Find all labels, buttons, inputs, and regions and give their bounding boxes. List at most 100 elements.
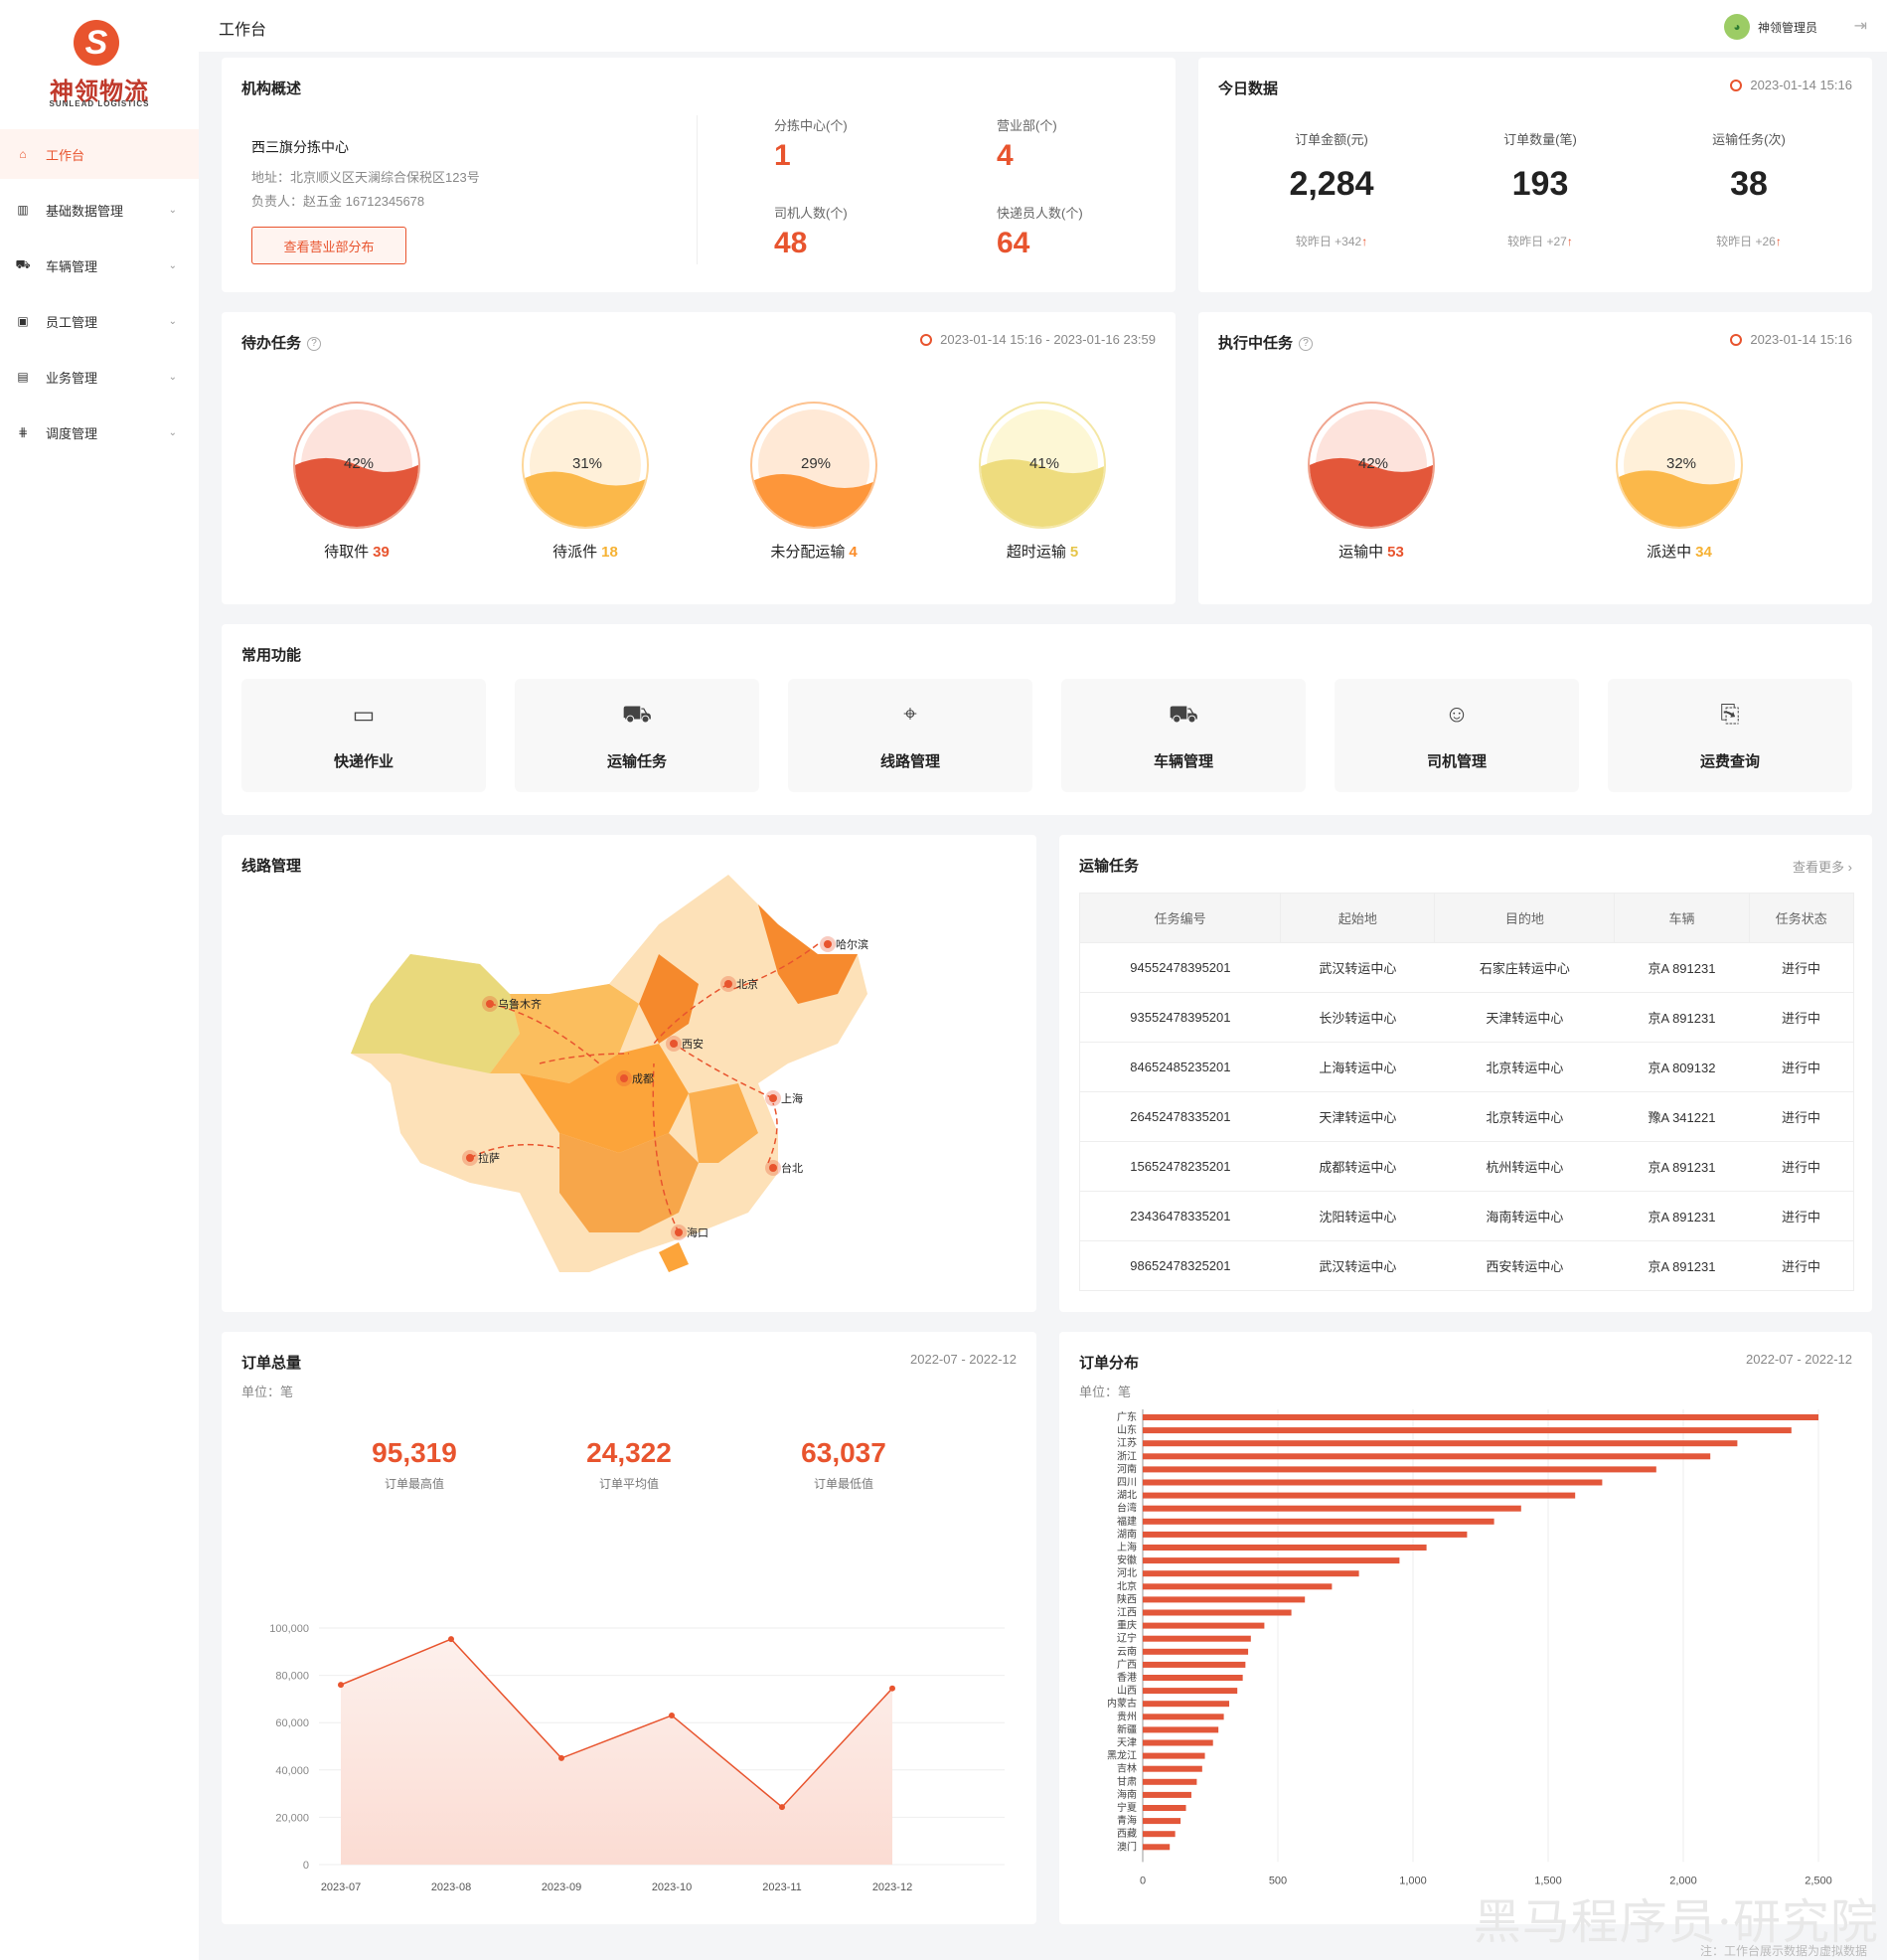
category-label: 浙江 bbox=[1117, 1450, 1137, 1462]
driver-icon: ☺ bbox=[1444, 701, 1470, 728]
table-cell: 98652478325201 bbox=[1078, 1240, 1281, 1291]
sidebar-item-vehicles[interactable]: ⛟ 车辆管理 ⌄ bbox=[0, 241, 199, 290]
func-transport-button[interactable]: ⛟ 运输任务 bbox=[515, 679, 759, 792]
sidebar-item-basic-data[interactable]: ▥ 基础数据管理 ⌄ bbox=[0, 185, 199, 235]
sidebar-item-business[interactable]: ▤ 业务管理 ⌄ bbox=[0, 352, 199, 402]
func-route-button[interactable]: ⌖ 线路管理 bbox=[788, 679, 1032, 792]
category-label: 青海 bbox=[1117, 1814, 1137, 1827]
table-body: 94552478395201 武汉转运中心 石家庄转运中心 京A 891231 进行中 9… bbox=[1078, 942, 1855, 1291]
logout-icon[interactable]: ⇥ bbox=[1854, 16, 1867, 36]
category-label: 贵州 bbox=[1117, 1710, 1137, 1722]
table-row[interactable]: 98652478325201 武汉转运中心 西安转运中心 京A 891231 进行中 bbox=[1078, 1240, 1855, 1291]
clock-icon bbox=[920, 333, 933, 346]
card-title-text: 待办任务 bbox=[241, 335, 302, 352]
city-label: 北京 bbox=[736, 977, 758, 991]
bar bbox=[1143, 1726, 1219, 1733]
category-label: 安徽 bbox=[1117, 1553, 1137, 1566]
gauge-percent: 29% bbox=[800, 455, 832, 472]
metric-label: 订单数量(笔) bbox=[1503, 132, 1577, 147]
bar bbox=[1143, 1844, 1171, 1851]
table-cell: 进行中 bbox=[1749, 1141, 1855, 1192]
today-data-card: 今日数据 2023-01-14 15:16 订单金额(元) 2,284 较昨日 … bbox=[1198, 58, 1872, 292]
x-tick-label: 500 bbox=[1269, 1875, 1287, 1886]
data-point bbox=[338, 1682, 344, 1689]
page-title: 工作台 bbox=[219, 22, 267, 39]
china-route-map[interactable]: 乌鲁木齐 哈尔滨北京西安上海 成都拉萨台北海口 bbox=[222, 835, 1036, 1312]
view-more-link[interactable]: 查看更多 › bbox=[1793, 857, 1852, 876]
city-dot bbox=[824, 940, 832, 948]
city-label: 西安 bbox=[682, 1037, 704, 1051]
sidebar-item-dispatch[interactable]: ⋕ 调度管理 ⌄ bbox=[0, 408, 199, 457]
bar bbox=[1143, 1635, 1251, 1642]
sidebar-item-label: 员工管理 bbox=[46, 314, 98, 330]
user-menu[interactable]: ◕ 神领管理员 bbox=[1723, 14, 1817, 40]
chevron-down-icon: ⌄ bbox=[168, 204, 177, 216]
y-tick-label: 20,000 bbox=[275, 1812, 309, 1824]
func-express-button[interactable]: ▭ 快递作业 bbox=[241, 679, 486, 792]
city-dot bbox=[724, 980, 732, 988]
bar bbox=[1143, 1557, 1400, 1564]
gauge-count: 39 bbox=[373, 544, 390, 561]
table-cell: 93552478395201 bbox=[1078, 992, 1281, 1043]
table-cell: 京A 891231 bbox=[1614, 942, 1750, 993]
column-header: 任务状态 bbox=[1748, 893, 1855, 943]
table-row[interactable]: 93552478395201 长沙转运中心 天津转运中心 京A 891231 进行中 bbox=[1078, 992, 1855, 1043]
func-driver-button[interactable]: ☺ 司机管理 bbox=[1335, 679, 1579, 792]
sidebar-item-label: 车辆管理 bbox=[46, 258, 98, 274]
category-label: 湖北 bbox=[1117, 1490, 1137, 1502]
city-dot bbox=[620, 1074, 628, 1082]
category-label: 云南 bbox=[1117, 1645, 1137, 1658]
table-cell: 北京转运中心 bbox=[1434, 1091, 1615, 1142]
stat-value: 64 bbox=[997, 227, 1030, 259]
func-freight-button[interactable]: ⎘ 运费查询 bbox=[1608, 679, 1852, 792]
org-overview-card: 机构概述 西三旗分拣中心 地址：北京顺义区天澜综合保税区123号 负责人：赵五金… bbox=[222, 58, 1176, 292]
func-vehicle-button[interactable]: ⛟ 车辆管理 bbox=[1061, 679, 1306, 792]
view-more-text: 查看更多 bbox=[1793, 860, 1845, 875]
progress-gauge: 42% bbox=[293, 402, 420, 529]
org-manager: 负责人：赵五金 16712345678 bbox=[251, 194, 425, 209]
gauge-label: 待取件 39 bbox=[267, 541, 446, 562]
city-dot bbox=[769, 1164, 777, 1172]
sidebar-item-staff[interactable]: ▣ 员工管理 ⌄ bbox=[0, 296, 199, 346]
gauge-percent: 42% bbox=[343, 455, 375, 472]
category-label: 吉林 bbox=[1117, 1762, 1137, 1775]
metric-value: 2,284 bbox=[1289, 165, 1374, 203]
common-functions-card: 常用功能 ▭ 快递作业 ⛟ 运输任务 ⌖ 线路管理 ⛟ 车辆管理 ☺ 司机管理 ⎘ 运费查询 bbox=[222, 624, 1872, 815]
view-branches-button[interactable]: 查看营业部分布 bbox=[251, 227, 406, 264]
category-label: 天津 bbox=[1117, 1737, 1137, 1749]
y-tick-label: 0 bbox=[303, 1860, 309, 1872]
help-icon[interactable]: ? bbox=[307, 337, 322, 352]
bar bbox=[1143, 1609, 1292, 1616]
table-cell: 进行中 bbox=[1749, 942, 1855, 993]
column-header: 车辆 bbox=[1614, 893, 1750, 943]
table-row[interactable]: 15652478235201 成都转运中心 杭州转运中心 京A 891231 进行中 bbox=[1078, 1141, 1855, 1192]
bar bbox=[1143, 1466, 1656, 1473]
vehicle-icon: ⛟ bbox=[1168, 701, 1199, 728]
gauge-label: 未分配运输 4 bbox=[724, 541, 903, 562]
metric-compare: 较昨日 +26↑ bbox=[1650, 233, 1848, 249]
table-row[interactable]: 26452478335201 天津转运中心 北京转运中心 豫A 341221 进行中 bbox=[1078, 1091, 1855, 1142]
compare-text: 较昨日 +27 bbox=[1507, 235, 1567, 248]
category-label: 河北 bbox=[1117, 1567, 1137, 1579]
logo-subtext: SUNLEAD LOGISTICS bbox=[49, 99, 150, 108]
table-cell: 京A 891231 bbox=[1614, 992, 1750, 1043]
table-cell: 成都转运中心 bbox=[1280, 1141, 1435, 1192]
metric-label: 订单金额(元) bbox=[1295, 132, 1368, 147]
sidebar-item-workbench[interactable]: ⌂ 工作台 bbox=[0, 129, 199, 179]
city-dot bbox=[769, 1094, 777, 1102]
card-title: 运输任务 bbox=[1079, 858, 1140, 875]
table-cell: 石家庄转运中心 bbox=[1434, 942, 1615, 993]
gauge-percent: 41% bbox=[1028, 455, 1060, 472]
help-icon[interactable]: ? bbox=[1299, 337, 1314, 352]
table-row[interactable]: 23436478335201 沈阳转运中心 海南转运中心 京A 891231 进行中 bbox=[1078, 1191, 1855, 1241]
table-row[interactable]: 84652485235201 上海转运中心 北京转运中心 京A 809132 进行中 bbox=[1078, 1042, 1855, 1092]
gauge-label-text: 未分配运输 bbox=[770, 544, 846, 561]
table-row[interactable]: 94552478395201 武汉转运中心 石家庄转运中心 京A 891231 进行中 bbox=[1078, 942, 1855, 993]
func-label: 车辆管理 bbox=[1153, 753, 1213, 770]
card-title: 执行中任务? bbox=[1218, 332, 1314, 353]
bar bbox=[1143, 1518, 1494, 1525]
table-cell: 进行中 bbox=[1749, 1042, 1855, 1092]
clock-icon bbox=[1730, 79, 1743, 91]
metric-compare: 较昨日 +27↑ bbox=[1441, 233, 1640, 249]
parcel-box-icon: ▭ bbox=[352, 702, 376, 729]
